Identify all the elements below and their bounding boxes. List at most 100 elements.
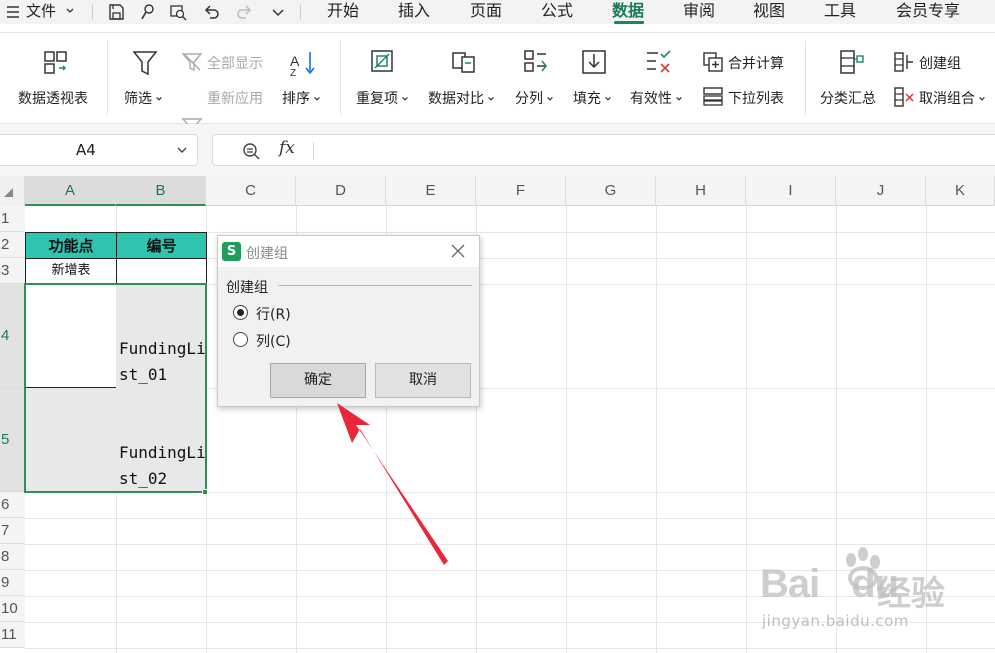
rows-radio[interactable] bbox=[233, 305, 248, 320]
zoom-out-icon[interactable] bbox=[241, 141, 261, 161]
undo-icon[interactable] bbox=[202, 2, 222, 22]
dialog-title: 创建组 bbox=[246, 246, 288, 262]
fill-text: 填充 bbox=[573, 91, 601, 107]
subtotal-label: 分类汇总 bbox=[820, 91, 876, 107]
column-header-h[interactable]: H bbox=[656, 176, 746, 206]
dropdown-list-label: 下拉列表 bbox=[728, 91, 784, 107]
columns-radio[interactable] bbox=[233, 332, 248, 347]
split-column-text: 分列 bbox=[515, 91, 543, 107]
column-header-e[interactable]: E bbox=[386, 176, 476, 206]
formula-input[interactable]: fx bbox=[212, 134, 995, 166]
ribbon-separator bbox=[107, 41, 108, 115]
chevron-down-icon bbox=[547, 96, 553, 101]
sort-label: 排序 bbox=[282, 88, 321, 108]
consolidate-icon bbox=[703, 52, 723, 72]
column-header-f[interactable]: F bbox=[476, 176, 566, 206]
gridline bbox=[25, 518, 995, 519]
cell-b3[interactable] bbox=[116, 258, 207, 285]
tab-review[interactable]: 审阅 bbox=[683, 0, 715, 24]
chevron-down-icon bbox=[605, 96, 611, 101]
cell-a3[interactable]: 新增表 bbox=[25, 258, 117, 285]
menu-separator bbox=[300, 4, 301, 20]
baidu-jingyan-watermark: Bai du 经验 jingyan.baidu.com bbox=[745, 542, 985, 634]
formula-separator bbox=[313, 142, 314, 160]
column-header-g[interactable]: G bbox=[566, 176, 656, 206]
row-header-11[interactable]: 11 bbox=[0, 622, 25, 648]
row-header-9[interactable]: 9 bbox=[0, 570, 25, 596]
row-header-5[interactable]: 5 bbox=[0, 388, 25, 492]
print-preview-icon[interactable] bbox=[168, 2, 188, 22]
select-all-corner[interactable] bbox=[0, 176, 25, 206]
ribbon-separator bbox=[805, 41, 806, 115]
insert-function-icon[interactable]: fx bbox=[279, 138, 295, 158]
split-column-icon bbox=[524, 50, 547, 72]
pivot-table-icon bbox=[44, 51, 67, 74]
duplicates-text: 重复项 bbox=[356, 91, 398, 107]
cell-b2[interactable]: 编号 bbox=[116, 232, 207, 259]
selection-border bbox=[24, 283, 207, 493]
gridline bbox=[656, 206, 657, 653]
row-header-1[interactable]: 1 bbox=[0, 206, 25, 232]
reapply-label: 重新应用 bbox=[207, 91, 263, 107]
watermark-chinese: 经验 bbox=[877, 574, 945, 614]
filter-label: 筛选 bbox=[124, 88, 163, 108]
select-all-triangle-icon bbox=[4, 188, 13, 197]
row-header-2[interactable]: 2 bbox=[0, 232, 25, 258]
dropdown-list-icon bbox=[703, 87, 723, 106]
chevron-down-icon bbox=[979, 96, 985, 101]
row-header-7[interactable]: 7 bbox=[0, 518, 25, 544]
pivot-table-label: 数据透视表 bbox=[18, 91, 88, 107]
row-header-6[interactable]: 6 bbox=[0, 492, 25, 518]
save-icon[interactable] bbox=[106, 2, 126, 22]
cancel-button[interactable]: 取消 bbox=[375, 363, 471, 398]
tab-page[interactable]: 页面 bbox=[470, 0, 502, 24]
columns-radio-label[interactable]: 列(C) bbox=[256, 331, 291, 351]
rows-radio-label[interactable]: 行(R) bbox=[256, 304, 291, 324]
watermark-url: jingyan.baidu.com bbox=[762, 612, 909, 630]
column-header-b[interactable]: B bbox=[116, 176, 206, 206]
customize-toolbar-icon[interactable] bbox=[268, 2, 288, 22]
column-header-c[interactable]: C bbox=[206, 176, 296, 206]
row-header-10[interactable]: 10 bbox=[0, 596, 25, 622]
tab-view[interactable]: 视图 bbox=[753, 0, 785, 24]
gridline bbox=[25, 648, 995, 649]
column-header-a[interactable]: A bbox=[25, 176, 116, 206]
column-header-j[interactable]: J bbox=[836, 176, 926, 206]
row-header-8[interactable]: 8 bbox=[0, 544, 25, 570]
chevron-down-icon bbox=[676, 96, 682, 101]
ribbon-separator bbox=[340, 41, 341, 115]
ok-button[interactable]: 确定 bbox=[270, 363, 366, 398]
chevron-down-icon bbox=[66, 8, 74, 13]
row-header-3[interactable]: 3 bbox=[0, 258, 25, 284]
tab-insert[interactable]: 插入 bbox=[398, 0, 430, 24]
name-box[interactable]: A4 bbox=[0, 134, 198, 166]
sort-text: 排序 bbox=[282, 91, 310, 107]
fill-label: 填充 bbox=[573, 88, 612, 108]
file-menu[interactable]: 文件 bbox=[26, 0, 75, 24]
fill-handle[interactable] bbox=[202, 489, 208, 495]
filter-icon bbox=[132, 51, 158, 76]
tab-home[interactable]: 开始 bbox=[327, 0, 359, 24]
column-header-bar: A B C D E F G H I J K bbox=[0, 176, 995, 206]
chevron-down-icon bbox=[156, 96, 162, 101]
tab-tools[interactable]: 工具 bbox=[824, 0, 856, 24]
dialog-titlebar[interactable]: S 创建组 bbox=[218, 236, 479, 267]
ungroup-icon bbox=[894, 87, 914, 107]
validity-text: 有效性 bbox=[630, 91, 672, 107]
create-group-icon bbox=[894, 52, 913, 72]
format-painter-icon[interactable] bbox=[138, 2, 158, 22]
row-header-4[interactable]: 4 bbox=[0, 284, 25, 388]
tab-member[interactable]: 会员专享 bbox=[896, 0, 960, 24]
column-header-i[interactable]: I bbox=[746, 176, 836, 206]
consolidate-label: 合并计算 bbox=[728, 56, 784, 72]
watermark-brand-bai: Bai bbox=[760, 562, 820, 606]
menu-separator bbox=[92, 4, 93, 20]
hamburger-menu-icon[interactable] bbox=[4, 2, 24, 22]
chevron-down-icon[interactable] bbox=[176, 144, 188, 156]
cell-a2[interactable]: 功能点 bbox=[25, 232, 117, 259]
column-header-k[interactable]: K bbox=[926, 176, 995, 206]
tab-formula[interactable]: 公式 bbox=[541, 0, 573, 24]
column-header-d[interactable]: D bbox=[296, 176, 386, 206]
redo-icon[interactable] bbox=[234, 2, 254, 22]
close-icon[interactable] bbox=[450, 243, 466, 259]
